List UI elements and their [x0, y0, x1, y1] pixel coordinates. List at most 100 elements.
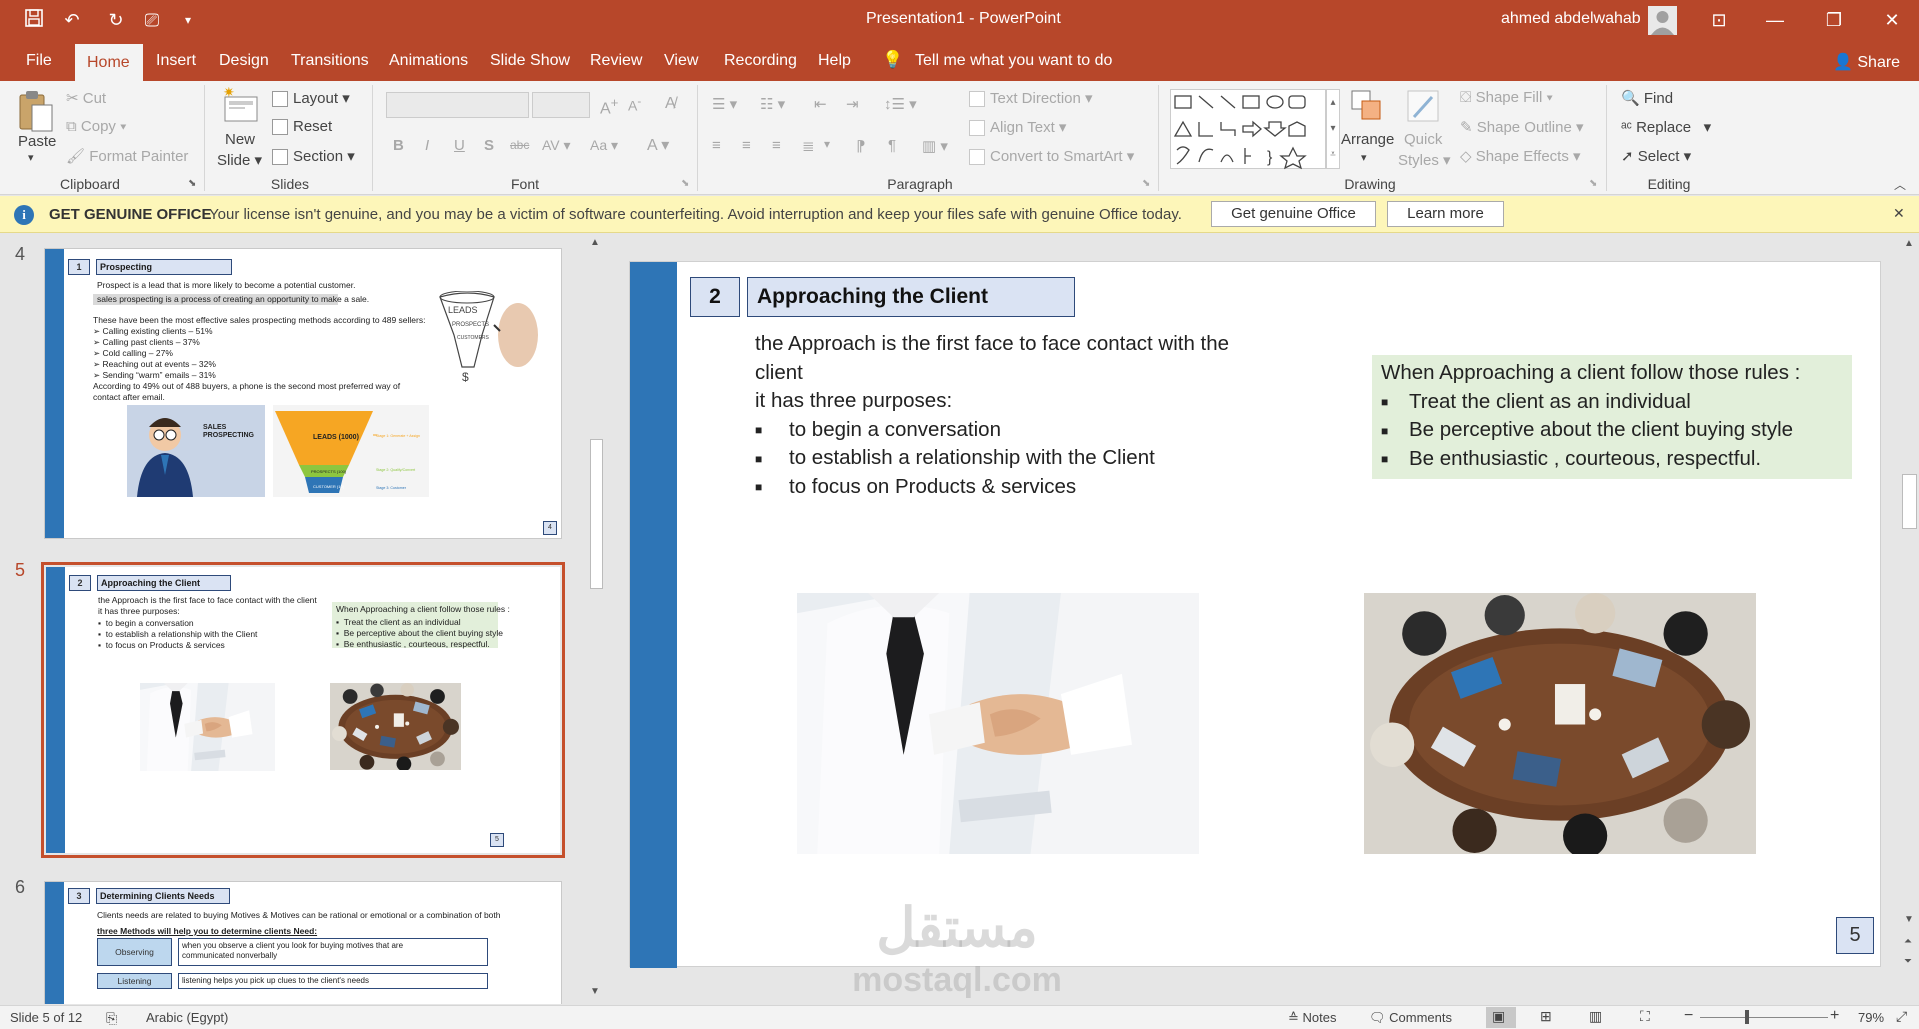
- redo-icon[interactable]: ↻: [104, 8, 128, 32]
- arrange-icon[interactable]: [1348, 87, 1388, 127]
- slide-scrollbar[interactable]: ▲ ▼ ⏶ ⏷: [1899, 234, 1919, 1005]
- present-from-start-icon[interactable]: ⎚: [140, 8, 164, 32]
- paste-dropdown-icon[interactable]: ▾: [28, 151, 34, 164]
- slide-thumbnail-5-selected[interactable]: 2 Approaching the Client the Approach is…: [41, 562, 565, 858]
- cut-button[interactable]: ✂ Cut: [66, 89, 106, 107]
- slide-title[interactable]: Approaching the Client: [747, 277, 1075, 317]
- rtl-icon[interactable]: ¶: [888, 137, 896, 154]
- justify-icon[interactable]: ≣: [802, 137, 815, 155]
- clear-formatting-icon[interactable]: A̸: [665, 95, 676, 113]
- slide-number-box[interactable]: 2: [690, 277, 740, 317]
- font-color-icon[interactable]: A ▾: [647, 135, 669, 155]
- select-button[interactable]: ➚ Select ▾: [1621, 147, 1691, 165]
- slide-body-text[interactable]: the Approach is the first face to face c…: [755, 330, 1275, 502]
- learn-more-button[interactable]: Learn more: [1387, 201, 1504, 227]
- message-bar-close-icon[interactable]: ✕: [1893, 205, 1905, 222]
- reset-button[interactable]: Reset: [272, 118, 332, 136]
- restore-icon[interactable]: ❐: [1822, 8, 1846, 32]
- text-direction-button[interactable]: Text Direction ▾: [969, 89, 1093, 108]
- paragraph-launcher-icon[interactable]: ⬊: [1142, 178, 1150, 189]
- slide-thumbnail-4[interactable]: 1 Prospecting Prospect is a lead that is…: [44, 248, 562, 539]
- tab-transitions[interactable]: Transitions: [279, 40, 381, 81]
- scroll-down-icon[interactable]: ▼: [590, 986, 600, 997]
- notes-button[interactable]: ≙ Notes: [1288, 1010, 1336, 1026]
- zoom-slider[interactable]: [1700, 1017, 1828, 1018]
- avatar[interactable]: [1648, 6, 1677, 35]
- clipboard-launcher-icon[interactable]: ⬊: [188, 178, 196, 189]
- font-name-combobox[interactable]: [386, 92, 529, 118]
- tab-slide-show[interactable]: Slide Show: [478, 40, 582, 81]
- decrease-indent-icon[interactable]: ⇤: [814, 95, 827, 113]
- find-button[interactable]: 🔍 Find: [1621, 89, 1673, 107]
- slide-thumbnail-pane[interactable]: 4 5 6 1 Prospecting Prospect is a lead t…: [0, 234, 605, 1004]
- tab-review[interactable]: Review: [578, 40, 654, 81]
- tab-design[interactable]: Design: [207, 40, 281, 81]
- team-meeting-image[interactable]: [1364, 593, 1756, 854]
- previous-slide-icon[interactable]: ⏶: [1904, 936, 1912, 947]
- decrease-font-size-icon[interactable]: A-: [628, 95, 641, 114]
- tab-help[interactable]: Help: [806, 40, 863, 81]
- tab-home[interactable]: Home: [75, 44, 143, 81]
- italic-icon[interactable]: I: [425, 137, 429, 154]
- comments-button[interactable]: 🗨 Comments: [1369, 1010, 1452, 1026]
- customize-qat-icon[interactable]: ▾: [176, 8, 200, 32]
- font-size-combobox[interactable]: [532, 92, 590, 118]
- thumbnail-scrollbar[interactable]: ▲ ▼: [587, 234, 605, 1004]
- shape-effects-button[interactable]: ◇ Shape Effects ▾: [1460, 147, 1581, 165]
- get-genuine-office-button[interactable]: Get genuine Office: [1211, 201, 1376, 227]
- shapes-gallery[interactable]: }: [1170, 89, 1326, 170]
- zoom-level[interactable]: 79%: [1858, 1010, 1884, 1025]
- current-slide[interactable]: 2 Approaching the Client the Approach is…: [629, 261, 1881, 968]
- new-slide-label-1[interactable]: New: [225, 131, 255, 148]
- arrange-dropdown-icon[interactable]: ▾: [1361, 151, 1367, 164]
- paste-label[interactable]: Paste: [18, 133, 56, 150]
- increase-font-size-icon[interactable]: A+: [600, 95, 618, 118]
- layout-button[interactable]: Layout ▾: [272, 89, 350, 108]
- fit-to-window-icon[interactable]: ⤢: [1896, 1008, 1907, 1025]
- scroll-up-icon[interactable]: ▲: [590, 237, 600, 248]
- tell-me-search[interactable]: Tell me what you want to do: [915, 52, 1112, 70]
- tab-view[interactable]: View: [652, 40, 710, 81]
- scroll-thumb[interactable]: [1902, 474, 1917, 529]
- zoom-slider-thumb[interactable]: [1745, 1010, 1749, 1024]
- tab-recording[interactable]: Recording: [712, 40, 809, 81]
- text-shadow-icon[interactable]: S: [484, 137, 494, 154]
- scroll-down-icon[interactable]: ▼: [1904, 914, 1914, 925]
- shape-fill-button[interactable]: ⛋ Shape Fill ▾: [1460, 89, 1553, 106]
- ltr-icon[interactable]: ⁋: [856, 137, 866, 155]
- copy-button[interactable]: ⧉ Copy ▾: [66, 118, 126, 135]
- close-icon[interactable]: ✕: [1880, 8, 1904, 32]
- drawing-launcher-icon[interactable]: ⬊: [1589, 178, 1597, 189]
- paste-icon[interactable]: [16, 89, 56, 133]
- quick-styles-label-2[interactable]: Styles ▾: [1398, 151, 1451, 169]
- replace-button[interactable]: ᵃᶜ Replace ▾: [1621, 118, 1711, 136]
- zoom-in-icon[interactable]: +: [1830, 1007, 1839, 1025]
- spell-check-icon[interactable]: ⎘: [106, 1010, 117, 1027]
- align-text-button[interactable]: Align Text ▾: [969, 118, 1066, 137]
- shapes-gallery-scroll[interactable]: ▴ ▾ ⩡: [1326, 89, 1340, 169]
- bullets-icon[interactable]: ☰ ▾: [712, 95, 737, 113]
- collapse-ribbon-icon[interactable]: ︿: [1894, 176, 1906, 193]
- underline-icon[interactable]: U: [454, 137, 465, 154]
- shape-outline-button[interactable]: ✎ Shape Outline ▾: [1460, 118, 1584, 136]
- new-slide-icon[interactable]: ✷: [221, 84, 261, 127]
- increase-indent-icon[interactable]: ⇥: [846, 95, 859, 113]
- strikethrough-icon[interactable]: abc: [510, 138, 529, 152]
- arrange-label[interactable]: Arrange: [1341, 131, 1394, 148]
- tab-animations[interactable]: Animations: [377, 40, 480, 81]
- quick-styles-label-1[interactable]: Quick: [1404, 131, 1442, 148]
- user-name[interactable]: ahmed abdelwahab: [1501, 10, 1641, 28]
- handshake-image[interactable]: [797, 593, 1199, 854]
- slide-sorter-icon[interactable]: ⊞: [1540, 1008, 1552, 1025]
- share-button[interactable]: 👤 Share: [1833, 52, 1900, 72]
- tab-file[interactable]: File: [14, 40, 64, 81]
- numbering-icon[interactable]: ☷ ▾: [760, 95, 785, 113]
- bold-icon[interactable]: B: [393, 137, 404, 154]
- next-slide-icon[interactable]: ⏷: [1904, 956, 1912, 967]
- reading-view-icon[interactable]: ▥: [1589, 1008, 1602, 1025]
- rules-box[interactable]: When Approaching a client follow those r…: [1372, 355, 1852, 479]
- change-case-icon[interactable]: Aa ▾: [590, 137, 618, 154]
- slide-thumbnail-6[interactable]: 3 Determining Clients Needs Clients need…: [44, 881, 562, 1004]
- convert-smartart-button[interactable]: Convert to SmartArt ▾: [969, 147, 1134, 166]
- undo-icon[interactable]: ↶: [60, 8, 84, 32]
